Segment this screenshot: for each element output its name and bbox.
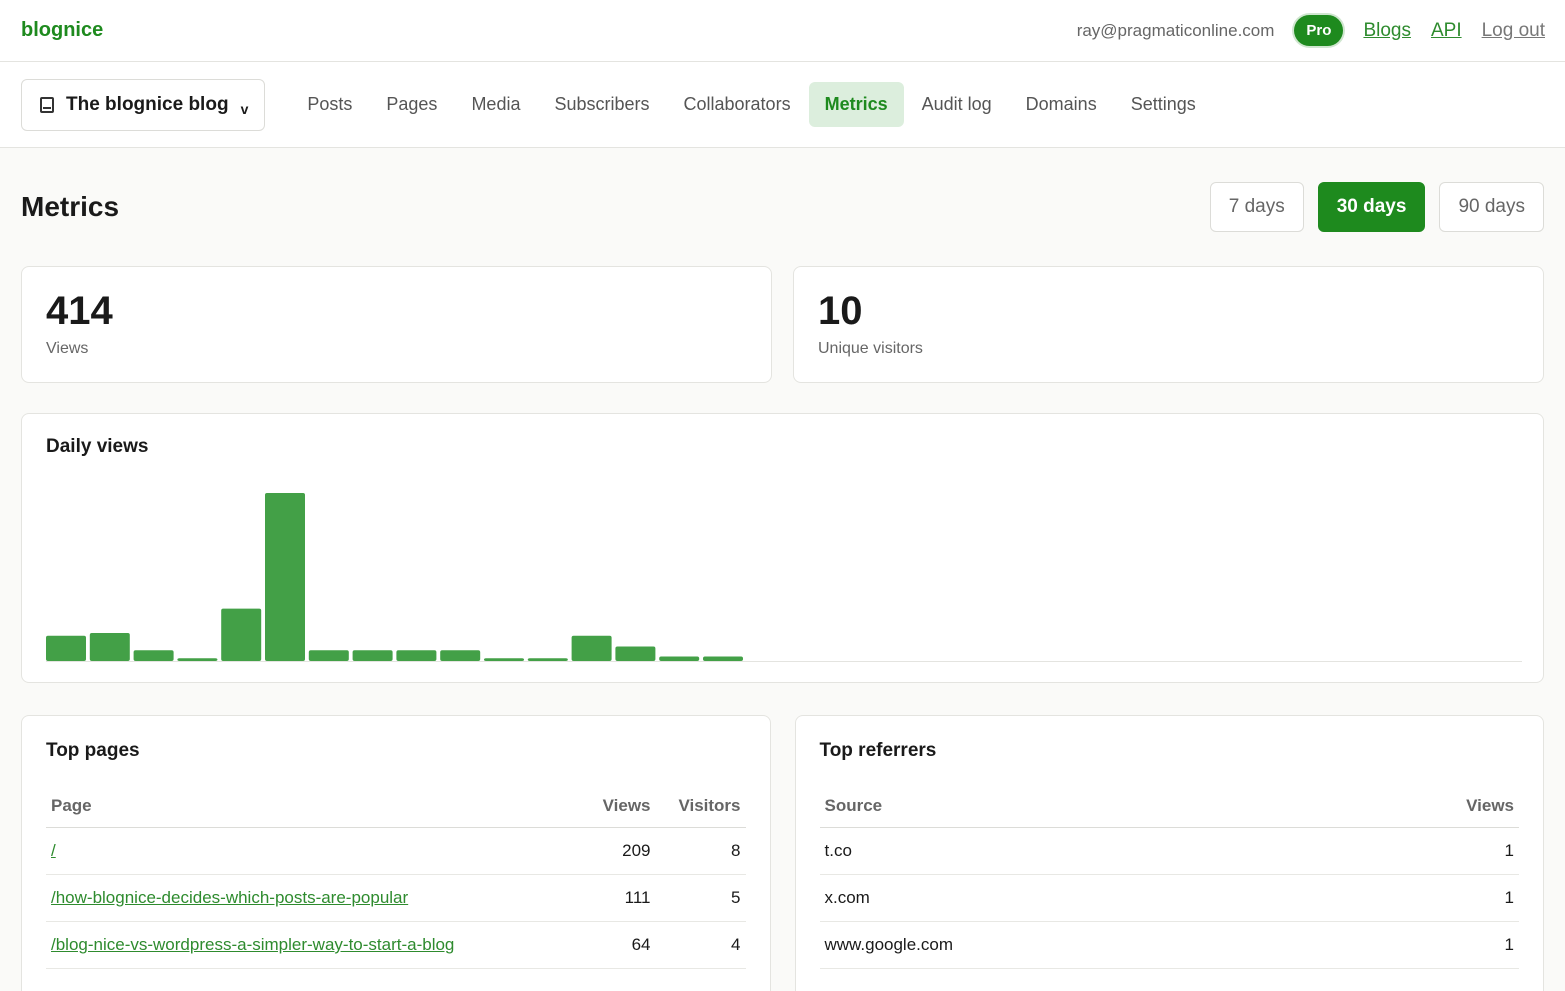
tab-settings[interactable]: Settings <box>1115 82 1212 127</box>
chart-bar[interactable] <box>177 658 218 661</box>
table-row: /blog-nice-vs-wordpress-a-simpler-way-to… <box>46 921 746 969</box>
chart-bar[interactable] <box>527 658 568 661</box>
table-row: / 209 8 <box>46 827 746 875</box>
tab-audit-log[interactable]: Audit log <box>906 82 1008 127</box>
chart-bar[interactable] <box>615 646 656 662</box>
chart-bar[interactable] <box>133 650 174 661</box>
tab-media[interactable]: Media <box>455 82 536 127</box>
chart-bar[interactable] <box>484 658 524 661</box>
views-cell: 1 <box>1312 827 1519 875</box>
source-cell: www.google.com <box>819 921 1313 969</box>
top-pages-card: Top pages Page Views Visitors / 209 8 /h… <box>21 715 771 991</box>
table-header-row: Page Views Visitors <box>46 786 746 828</box>
visitors-cell: 4 <box>655 921 746 969</box>
column-header: Page <box>46 786 566 828</box>
lists-row: Top pages Page Views Visitors / 209 8 /h… <box>21 715 1544 991</box>
page-link[interactable]: /blog-nice-vs-wordpress-a-simpler-way-to… <box>51 935 454 954</box>
nav-tabs: Posts Pages Media Subscribers Collaborat… <box>291 82 1211 127</box>
column-header: Source <box>819 786 1313 828</box>
views-label: Views <box>46 340 89 357</box>
tab-posts[interactable]: Posts <box>291 82 368 127</box>
page-link[interactable]: /how-blognice-decides-which-posts-are-po… <box>51 888 408 907</box>
chart-bar[interactable] <box>659 656 700 662</box>
chart-bar[interactable] <box>308 650 349 661</box>
top-bar: blognice ray@pragmaticonline.com Pro Blo… <box>0 0 1565 62</box>
range-7-days-button[interactable]: 7 days <box>1209 182 1304 232</box>
views-cell: 209 <box>565 827 656 875</box>
blog-selector[interactable]: The blognice blog v <box>21 78 266 131</box>
column-header: Views <box>1312 786 1519 828</box>
daily-views-chart <box>46 493 1522 662</box>
tab-pages[interactable]: Pages <box>370 82 453 127</box>
tab-metrics[interactable]: Metrics <box>808 82 904 127</box>
page-title: Metrics <box>21 191 120 222</box>
chart-bar[interactable] <box>352 650 393 661</box>
table-row: /how-blognice-decides-which-posts-are-po… <box>46 874 746 922</box>
top-referrers-card: Top referrers Source Views t.co 1 x.com <box>794 715 1544 991</box>
range-30-days-button[interactable]: 30 days <box>1317 182 1426 232</box>
visitors-cell: 8 <box>655 827 746 875</box>
logout-link[interactable]: Log out <box>1482 20 1545 42</box>
blog-name: The blognice blog <box>66 93 229 115</box>
chart-bar[interactable] <box>396 650 437 661</box>
chart-bar[interactable] <box>703 656 743 662</box>
visitors-card: 10 Unique visitors <box>793 266 1544 383</box>
brand-logo[interactable]: blognice <box>21 19 103 42</box>
chart-bar[interactable] <box>221 608 262 661</box>
column-header: Views <box>565 786 656 828</box>
book-icon <box>40 96 54 113</box>
source-cell: t.co <box>819 827 1313 875</box>
views-value: 414 <box>46 289 113 333</box>
blog-nav: The blognice blog v Posts Pages Media Su… <box>0 62 1565 148</box>
page-link[interactable]: / <box>51 841 56 860</box>
chart-title: Daily views <box>46 436 149 457</box>
views-cell: 1 <box>1312 874 1519 922</box>
views-cell: 64 <box>565 921 656 969</box>
tab-domains[interactable]: Domains <box>1010 82 1113 127</box>
chart-bar[interactable] <box>571 635 612 661</box>
chart-bar[interactable] <box>89 633 130 661</box>
table-header-row: Source Views <box>819 786 1519 828</box>
chart-bar[interactable] <box>440 650 481 661</box>
visitors-cell: 5 <box>655 874 746 922</box>
chart-bar[interactable] <box>46 635 86 661</box>
visitors-label: Unique visitors <box>818 340 923 357</box>
visitors-value: 10 <box>818 289 863 333</box>
table-row: www.google.com 1 <box>819 921 1519 969</box>
api-link[interactable]: API <box>1431 20 1462 42</box>
title-row: Metrics 7 days 30 days 90 days <box>21 148 1544 266</box>
user-email: ray@pragmaticonline.com <box>1076 20 1275 40</box>
range-90-days-button[interactable]: 90 days <box>1439 182 1544 232</box>
table-row: x.com 1 <box>819 874 1519 922</box>
top-pages-title: Top pages <box>46 740 140 761</box>
stats-row: 414 Views 10 Unique visitors <box>21 266 1544 383</box>
views-cell: 111 <box>565 874 656 922</box>
views-cell: 1 <box>1312 921 1519 969</box>
range-selector: 7 days 30 days 90 days <box>1209 182 1544 232</box>
table-row: t.co 1 <box>819 827 1519 875</box>
main-content: Metrics 7 days 30 days 90 days 414 Views… <box>0 148 1565 991</box>
account-area: ray@pragmaticonline.com Pro Blogs API Lo… <box>1077 15 1545 46</box>
chart-bar[interactable] <box>265 493 305 661</box>
chevron-down-icon: v <box>240 100 249 117</box>
daily-views-card: Daily views <box>21 413 1544 683</box>
tab-subscribers[interactable]: Subscribers <box>538 82 665 127</box>
views-card: 414 Views <box>21 266 772 383</box>
top-pages-table: Page Views Visitors / 209 8 /how-blognic… <box>46 786 746 969</box>
blogs-link[interactable]: Blogs <box>1363 20 1411 42</box>
top-referrers-title: Top referrers <box>819 740 937 761</box>
top-referrers-table: Source Views t.co 1 x.com 1 www.google.c… <box>819 786 1519 969</box>
tab-collaborators[interactable]: Collaborators <box>668 82 807 127</box>
source-cell: x.com <box>819 874 1313 922</box>
plan-badge[interactable]: Pro <box>1294 15 1344 46</box>
column-header: Visitors <box>655 786 746 828</box>
